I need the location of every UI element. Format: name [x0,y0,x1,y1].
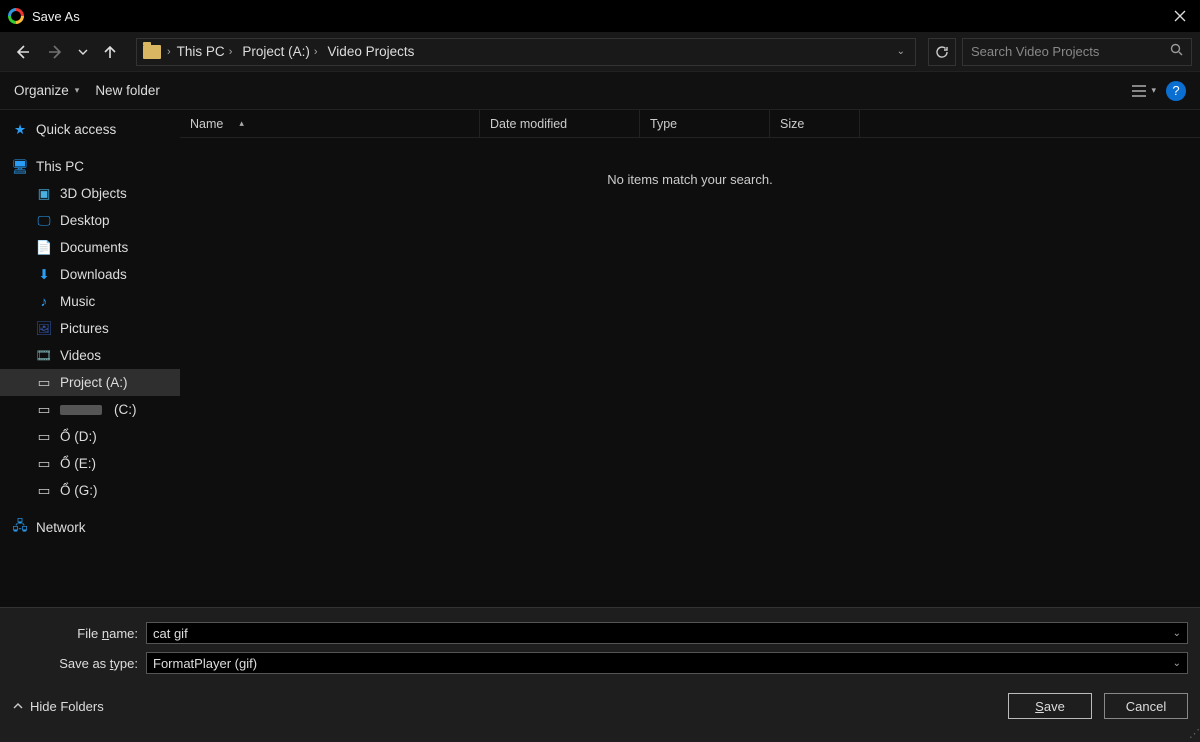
col-name[interactable]: Name▴ [180,110,480,137]
cancel-button[interactable]: Cancel [1104,693,1188,719]
folder-icon [143,45,161,59]
chevron-down-icon[interactable]: ⌄ [1173,628,1181,639]
network-icon: 🖧 [12,520,28,536]
drive-icon: ▭ [36,429,52,445]
sidebar-quick-access[interactable]: ★Quick access [0,116,180,143]
up-button[interactable] [96,38,124,66]
col-size[interactable]: Size [770,110,860,137]
pictures-icon: 🖼 [36,321,52,337]
videos-icon: 🎞 [36,348,52,364]
download-icon: ⬇ [36,267,52,283]
sidebar-documents[interactable]: 📄Documents [0,234,180,261]
save-button[interactable]: Save [1008,693,1092,719]
sidebar: ★Quick access 🖥This PC ▣3D Objects 🖵Desk… [0,110,180,607]
sidebar-network[interactable]: 🖧Network [0,514,180,541]
empty-message: No items match your search. [180,138,1200,607]
col-type[interactable]: Type [640,110,770,137]
cube-icon: ▣ [36,186,52,202]
sidebar-downloads[interactable]: ⬇Downloads [0,261,180,288]
drive-icon: ▭ [36,375,52,391]
organize-button[interactable]: Organize▾ [14,83,79,98]
chevron-up-icon [12,700,24,712]
crumb-video-projects[interactable]: Video Projects [324,39,419,65]
document-icon: 📄 [36,240,52,256]
footer: File name: cat gif ⌄ Save as type: Forma… [0,607,1200,742]
nav-bar: › This PC› Project (A:)› Video Projects … [0,32,1200,72]
sidebar-drive-c[interactable]: ▭(C:) [0,396,180,423]
star-icon: ★ [12,122,28,138]
hide-folders-button[interactable]: Hide Folders [12,699,104,714]
filename-label: File name: [12,626,138,641]
forward-button[interactable] [42,38,70,66]
col-date[interactable]: Date modified [480,110,640,137]
sidebar-drive-d[interactable]: ▭Ổ (D:) [0,423,180,450]
app-icon [8,8,24,24]
drive-icon: ▭ [36,402,52,418]
music-icon: ♪ [36,294,52,310]
monitor-icon: 🖵 [36,213,52,229]
savetype-label: Save as type: [12,656,138,671]
content-area: Name▴ Date modified Type Size No items m… [180,110,1200,607]
help-button[interactable]: ? [1166,81,1186,101]
chevron-down-icon: ▾ [75,85,80,96]
pc-icon: 🖥 [12,159,28,175]
sidebar-project-drive[interactable]: ▭Project (A:) [0,369,180,396]
window-titlebar: Save As [0,0,1200,32]
chevron-down-icon[interactable]: ⌄ [1173,658,1181,669]
breadcrumb[interactable]: › This PC› Project (A:)› Video Projects … [136,38,916,66]
resize-grip[interactable]: ⋰ [1189,727,1198,740]
recent-locations-button[interactable] [76,38,90,66]
back-button[interactable] [8,38,36,66]
view-options-button[interactable]: ▾ [1131,84,1156,98]
drive-icon: ▭ [36,483,52,499]
sidebar-desktop[interactable]: 🖵Desktop [0,207,180,234]
sort-up-icon: ▴ [239,118,244,129]
sidebar-pictures[interactable]: 🖼Pictures [0,315,180,342]
crumb-project[interactable]: Project (A:)› [238,39,321,65]
chevron-right-icon: › [167,46,171,58]
search-field[interactable] [971,44,1170,59]
column-headers: Name▴ Date modified Type Size [180,110,1200,138]
chevron-down-icon[interactable]: ⌄ [897,46,905,57]
refresh-button[interactable] [928,38,956,66]
close-button[interactable] [1160,0,1200,32]
sidebar-drive-g[interactable]: ▭Ổ (G:) [0,477,180,504]
crumb-this-pc[interactable]: This PC› [173,39,237,65]
toolbar: Organize▾ New folder ▾ ? [0,72,1200,110]
sidebar-videos[interactable]: 🎞Videos [0,342,180,369]
search-icon [1170,43,1183,61]
savetype-select[interactable]: FormatPlayer (gif) ⌄ [146,652,1188,674]
chevron-down-icon: ▾ [1151,85,1156,96]
window-title: Save As [32,9,1160,24]
filename-input[interactable]: cat gif ⌄ [146,622,1188,644]
sidebar-drive-e[interactable]: ▭Ổ (E:) [0,450,180,477]
drive-icon: ▭ [36,456,52,472]
sidebar-music[interactable]: ♪Music [0,288,180,315]
search-input[interactable] [962,38,1192,66]
sidebar-this-pc[interactable]: 🖥This PC [0,153,180,180]
sidebar-3d-objects[interactable]: ▣3D Objects [0,180,180,207]
new-folder-button[interactable]: New folder [95,83,160,98]
